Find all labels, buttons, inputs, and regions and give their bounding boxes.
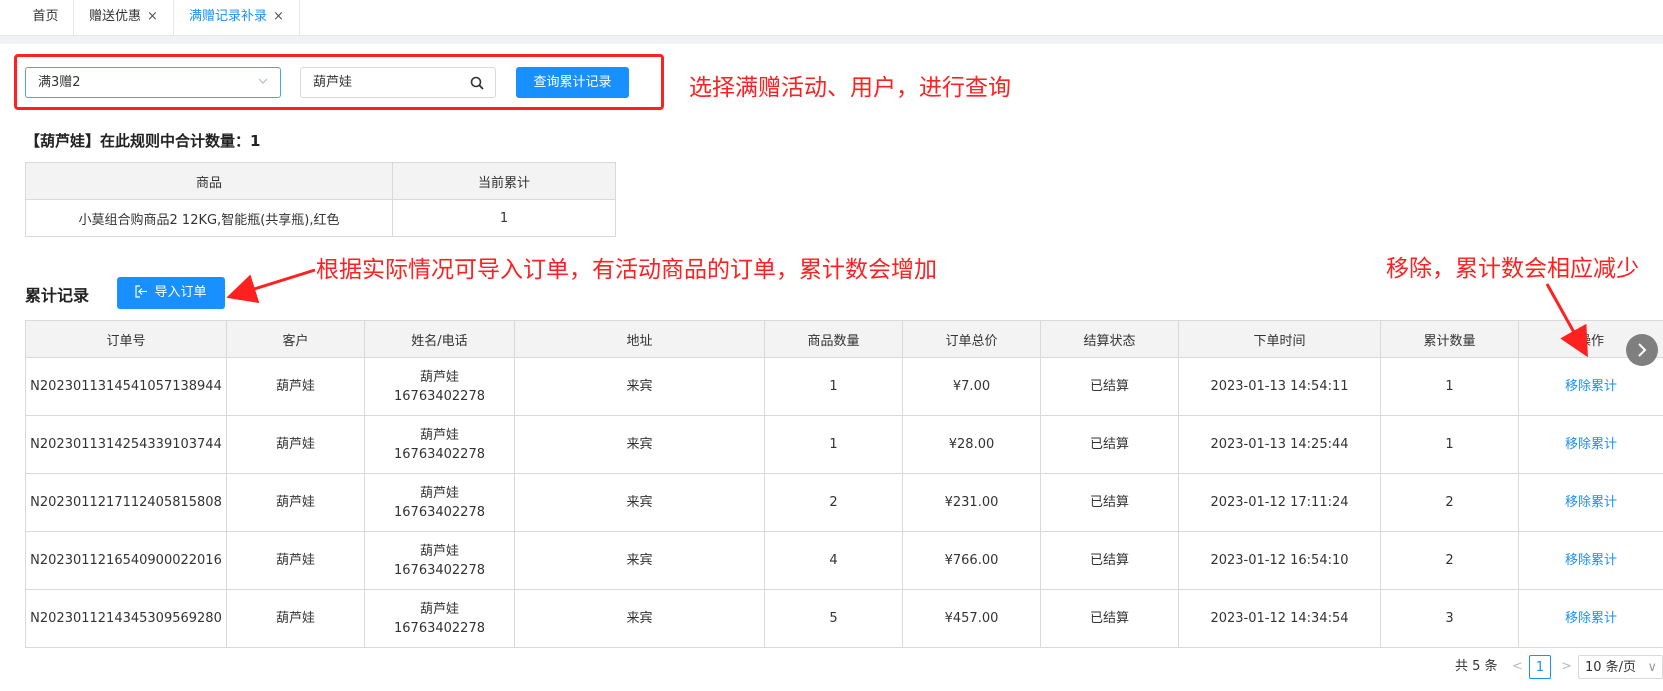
import-annotation-arrow	[226, 268, 316, 304]
pagination-next-button[interactable]: >	[1561, 655, 1572, 679]
pagination-total: 共 5 条	[1455, 659, 1498, 674]
pagination-current-page[interactable]: 1	[1529, 655, 1551, 679]
pagination-prev-button[interactable]: <	[1512, 655, 1523, 679]
page-size-value: 10 条/页	[1585, 660, 1637, 675]
annotation-arrows	[226, 268, 1588, 358]
remove-annotation-arrow	[1545, 283, 1588, 358]
page-size-select[interactable]: 10 条/页 ∨	[1578, 655, 1663, 679]
chevron-down-icon: ∨	[1647, 660, 1657, 675]
